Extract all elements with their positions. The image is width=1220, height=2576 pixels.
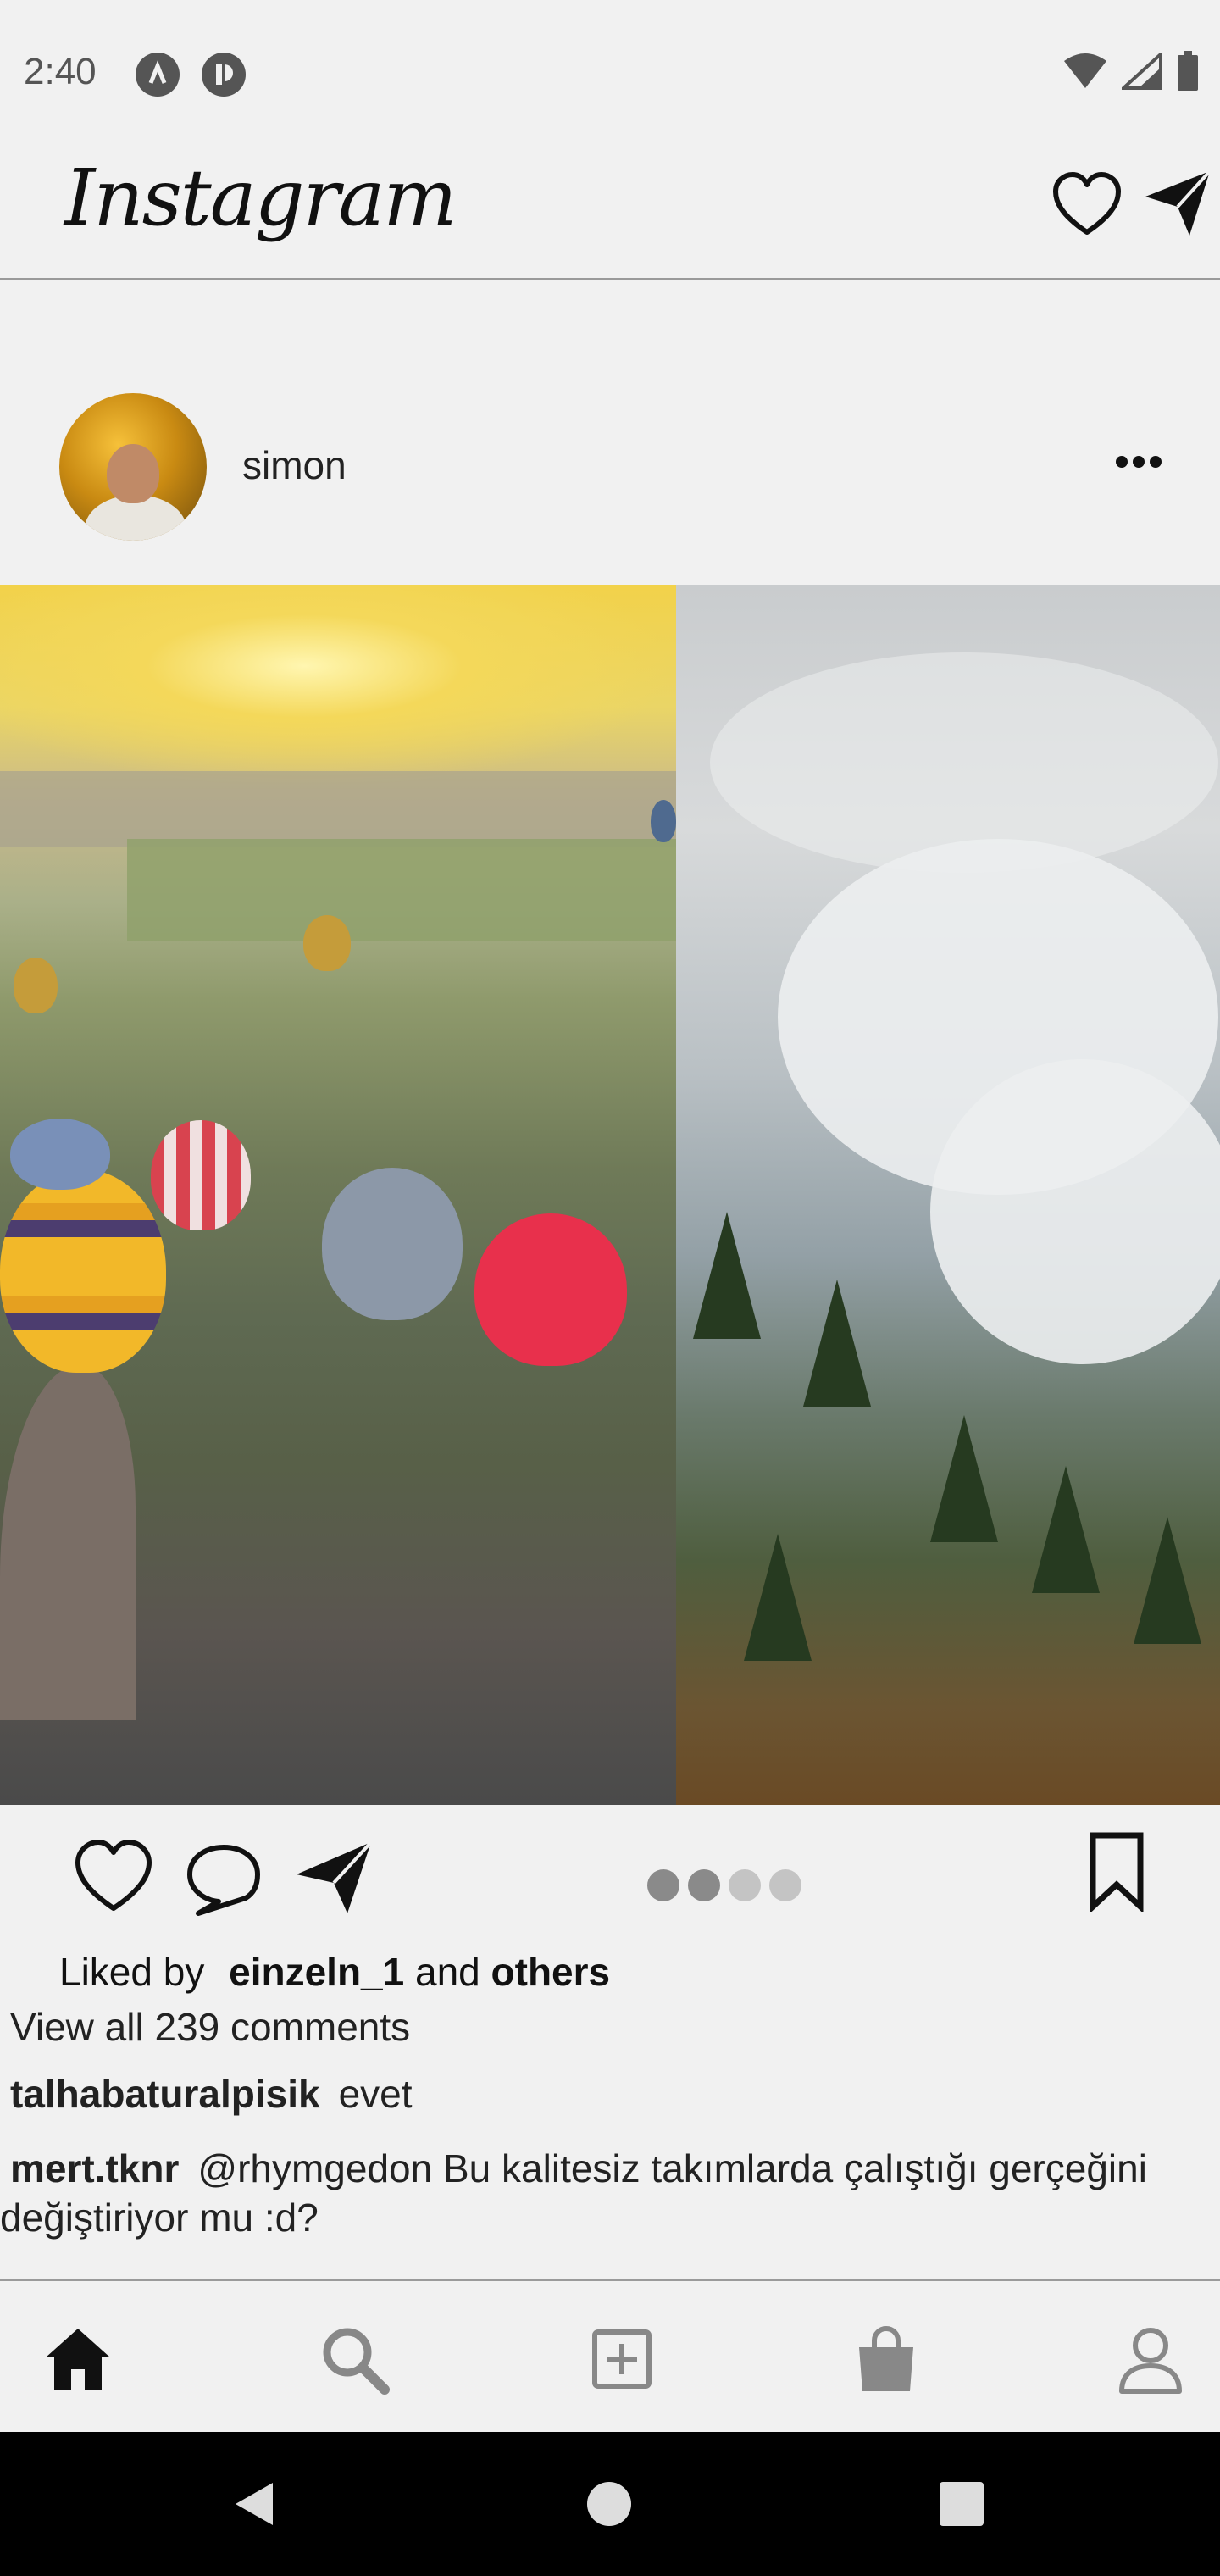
comment-text: evet: [338, 2072, 413, 2116]
share-icon[interactable]: [291, 1835, 376, 1920]
comment: mert.tknr @rhymgedon Bu kalitesiz takımla…: [0, 2144, 1220, 2242]
hills: [0, 771, 676, 847]
carousel-dot[interactable]: [688, 1869, 720, 1901]
carousel-dot[interactable]: [769, 1869, 801, 1901]
balloon: [151, 1120, 251, 1230]
system-nav-bar: [0, 2432, 1220, 2576]
valley: [127, 839, 676, 941]
profile-icon[interactable]: [1115, 2323, 1186, 2395]
balloon: [322, 1168, 463, 1320]
avatar-face: [107, 444, 159, 503]
balloon: [303, 915, 351, 971]
signal-icon: [1122, 53, 1162, 90]
send-icon[interactable]: [1142, 168, 1213, 239]
post-header: simon: [0, 390, 1220, 542]
post-carousel[interactable]: [0, 585, 1220, 1805]
add-icon[interactable]: [586, 2323, 657, 2395]
status-icons: [1062, 51, 1200, 92]
comment-user[interactable]: talhabaturalpisik: [10, 2072, 320, 2116]
shop-icon[interactable]: [851, 2323, 922, 2395]
post-username[interactable]: simon: [242, 442, 347, 488]
home-icon[interactable]: [42, 2323, 114, 2395]
tree: [744, 1534, 812, 1661]
tree: [803, 1280, 871, 1407]
tree: [930, 1415, 998, 1542]
app-icon: [202, 53, 246, 97]
balloon: [14, 958, 58, 1013]
likes-user[interactable]: einzeln_1: [229, 1950, 404, 1994]
bookmark-icon[interactable]: [1076, 1830, 1157, 1912]
carousel-dot[interactable]: [647, 1869, 679, 1901]
tree: [1134, 1517, 1201, 1644]
home-button-icon[interactable]: [585, 2479, 634, 2529]
status-time: 2:40: [24, 51, 97, 92]
back-icon[interactable]: [230, 2479, 280, 2529]
fog: [710, 652, 1218, 873]
carousel-dots: [647, 1869, 801, 1901]
android-dev-icon: [136, 53, 180, 97]
comment-user[interactable]: mert.tknr: [10, 2146, 179, 2190]
comment: talhabaturalpisik evet: [10, 2071, 413, 2117]
rock-formation: [0, 1364, 136, 1720]
search-icon[interactable]: [319, 2323, 390, 2395]
avatar[interactable]: [59, 393, 207, 541]
balloon: [0, 1169, 166, 1373]
likes-prefix: Liked by: [59, 1950, 205, 1994]
sunrise-glow: [0, 585, 676, 788]
balloon: [651, 800, 676, 842]
likes-others[interactable]: others: [491, 1950, 611, 1994]
instagram-logo[interactable]: Instagram: [64, 153, 458, 243]
photo-fog: [676, 585, 1220, 1805]
app-header: Instagram: [0, 144, 1220, 280]
photo-balloons: [0, 585, 676, 1805]
heart-icon[interactable]: [1051, 169, 1123, 242]
view-all-comments[interactable]: View all 239 comments: [10, 2004, 410, 2050]
tree: [1032, 1466, 1100, 1593]
battery-icon: [1178, 51, 1198, 91]
bottom-nav: [0, 2279, 1220, 2432]
balloon: [474, 1213, 627, 1366]
likes-text: Liked by einzeln_1 and others: [59, 1949, 610, 1995]
status-bar: 2:40: [0, 0, 1220, 144]
like-icon[interactable]: [71, 1835, 156, 1920]
recents-icon[interactable]: [937, 2479, 986, 2529]
wifi-icon: [1064, 53, 1106, 88]
likes-and: and: [415, 1950, 480, 1994]
more-icon[interactable]: [1113, 449, 1164, 475]
carousel-dot[interactable]: [729, 1869, 761, 1901]
comment-icon[interactable]: [181, 1835, 266, 1920]
balloon: [10, 1119, 110, 1190]
tree: [693, 1212, 761, 1339]
fog: [930, 1059, 1220, 1364]
post-actions: [0, 1805, 1220, 1940]
